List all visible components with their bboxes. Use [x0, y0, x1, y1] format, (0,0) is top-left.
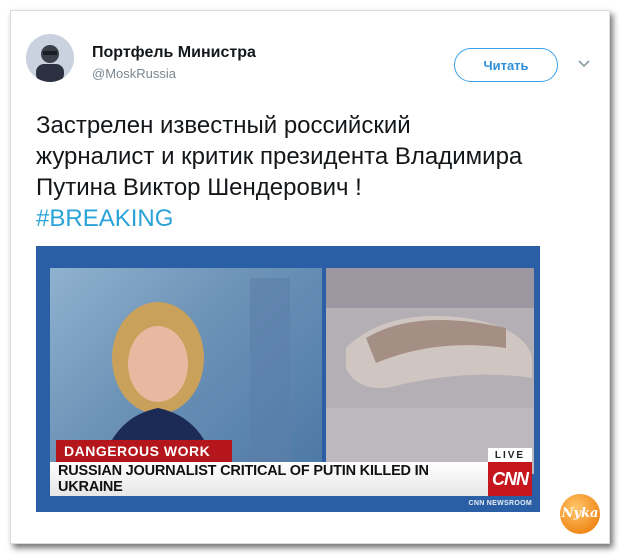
- cnn-logo: CNN: [488, 462, 532, 496]
- avatar-image: [26, 34, 74, 82]
- follow-button[interactable]: Читать: [454, 48, 558, 82]
- hashtag-link[interactable]: #BREAKING: [36, 203, 596, 234]
- dangerous-work-banner: DANGEROUS WORK: [56, 440, 232, 462]
- tweet-media-image[interactable]: DANGEROUS WORK RUSSIAN JOURNALIST CRITIC…: [36, 246, 540, 512]
- news-headline-ticker: RUSSIAN JOURNALIST CRITICAL OF PUTIN KIL…: [50, 462, 488, 496]
- scene-video-panel: [326, 268, 534, 474]
- network-subtitle: CNN NEWSROOM: [468, 500, 532, 507]
- tweet-text: Застрелен известный российский журналист…: [36, 110, 596, 234]
- avatar[interactable]: [26, 34, 74, 82]
- chevron-down-icon[interactable]: [576, 57, 592, 71]
- tweet-text-line-3: Путина Виктор Шендерович !: [36, 174, 362, 201]
- watermark-text: Nyka: [561, 506, 599, 521]
- author-name[interactable]: Портфель Министра: [92, 44, 256, 62]
- tweet-text-line-2: журналист и критик президента Владимира: [36, 143, 523, 170]
- author-handle[interactable]: @MoskRussia: [92, 66, 176, 81]
- live-label: LIVE: [488, 448, 532, 462]
- scene-image: [326, 268, 534, 474]
- tweet-text-line-1: Застрелен известный российский: [36, 112, 411, 139]
